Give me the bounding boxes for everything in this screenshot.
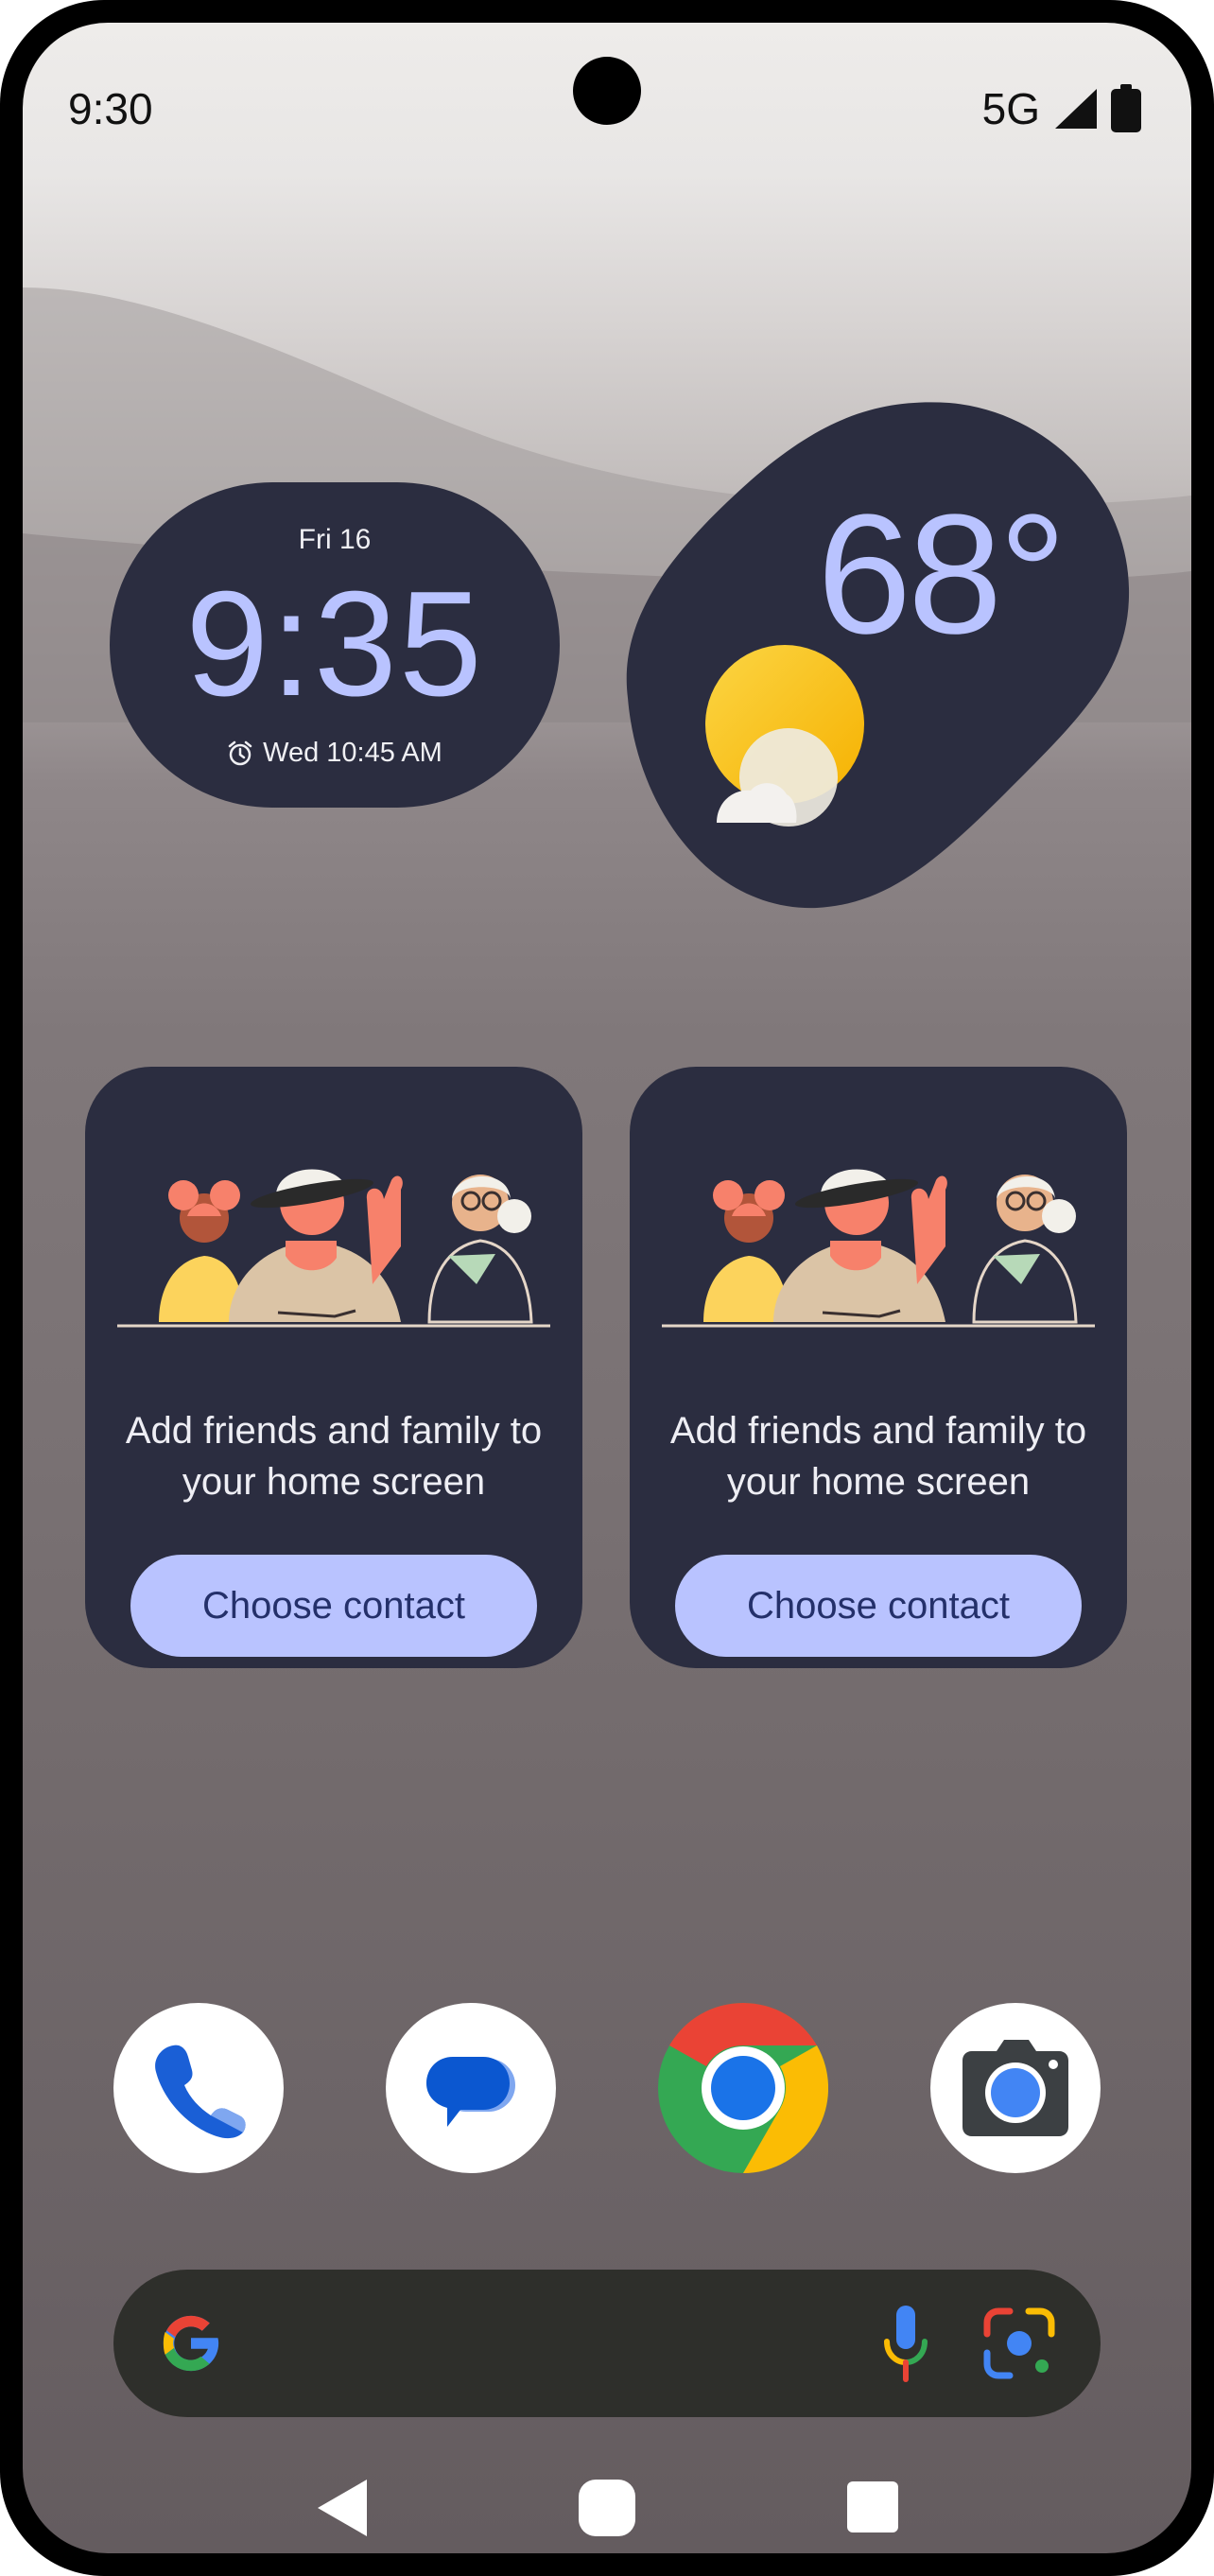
clock-alarm: Wed 10:45 AM [110,738,560,769]
alarm-icon [228,740,252,765]
status-icons: 5G [982,83,1142,134]
google-search-bar[interactable] [113,2270,1101,2417]
people-illustration [117,1169,550,1328]
phone-app-icon[interactable] [113,2003,284,2173]
choose-contact-button[interactable]: Choose contact [130,1555,537,1657]
weather-widget[interactable]: 68° [609,386,1138,915]
network-type: 5G [981,84,1040,133]
lens-icon[interactable] [981,2306,1057,2381]
camera-icon [963,2040,1068,2136]
status-time: 9:30 [68,84,153,133]
chrome-app-icon[interactable] [658,2003,828,2173]
clock-time: 9:35 [185,561,484,727]
messages-icon [426,2057,515,2127]
battery-icon [1111,84,1141,132]
contact-widget-message: Add friends and family to your home scre… [669,1410,1087,1503]
camera-app-icon[interactable] [930,2003,1101,2173]
messages-app-icon[interactable] [386,2003,556,2173]
recents-button[interactable] [847,2481,898,2532]
contact-widget-1[interactable]: Add friends and family to your home scre… [85,1067,582,1668]
home-button[interactable] [579,2480,635,2536]
signal-icon [1055,89,1097,129]
phone-icon [155,2045,246,2139]
clock-widget[interactable]: Fri 16 9:35 Wed 10:45 AM [110,482,560,808]
sun-cloud-icon [705,645,864,827]
people-illustration [662,1169,1095,1328]
clock-date: Fri 16 [298,524,372,555]
contact-widget-2[interactable]: Add friends and family to your home scre… [630,1067,1127,1668]
chrome-icon [658,2003,828,2173]
google-g-icon [163,2315,221,2372]
contact-widget-message: Add friends and family to your home scre… [125,1410,543,1503]
weather-temperature: 68° [817,479,1067,670]
home-screen: 9:30 5G Fri 16 9:35 Wed 10:45 AM 68° Add… [23,23,1191,2553]
back-button[interactable] [314,2478,371,2538]
alarm-text: Wed 10:45 AM [263,738,442,768]
camera-cutout [573,57,641,125]
choose-contact-button[interactable]: Choose contact [675,1555,1082,1657]
phone-frame: 9:30 5G Fri 16 9:35 Wed 10:45 AM 68° Add… [0,0,1214,2576]
microphone-icon[interactable] [879,2304,932,2383]
